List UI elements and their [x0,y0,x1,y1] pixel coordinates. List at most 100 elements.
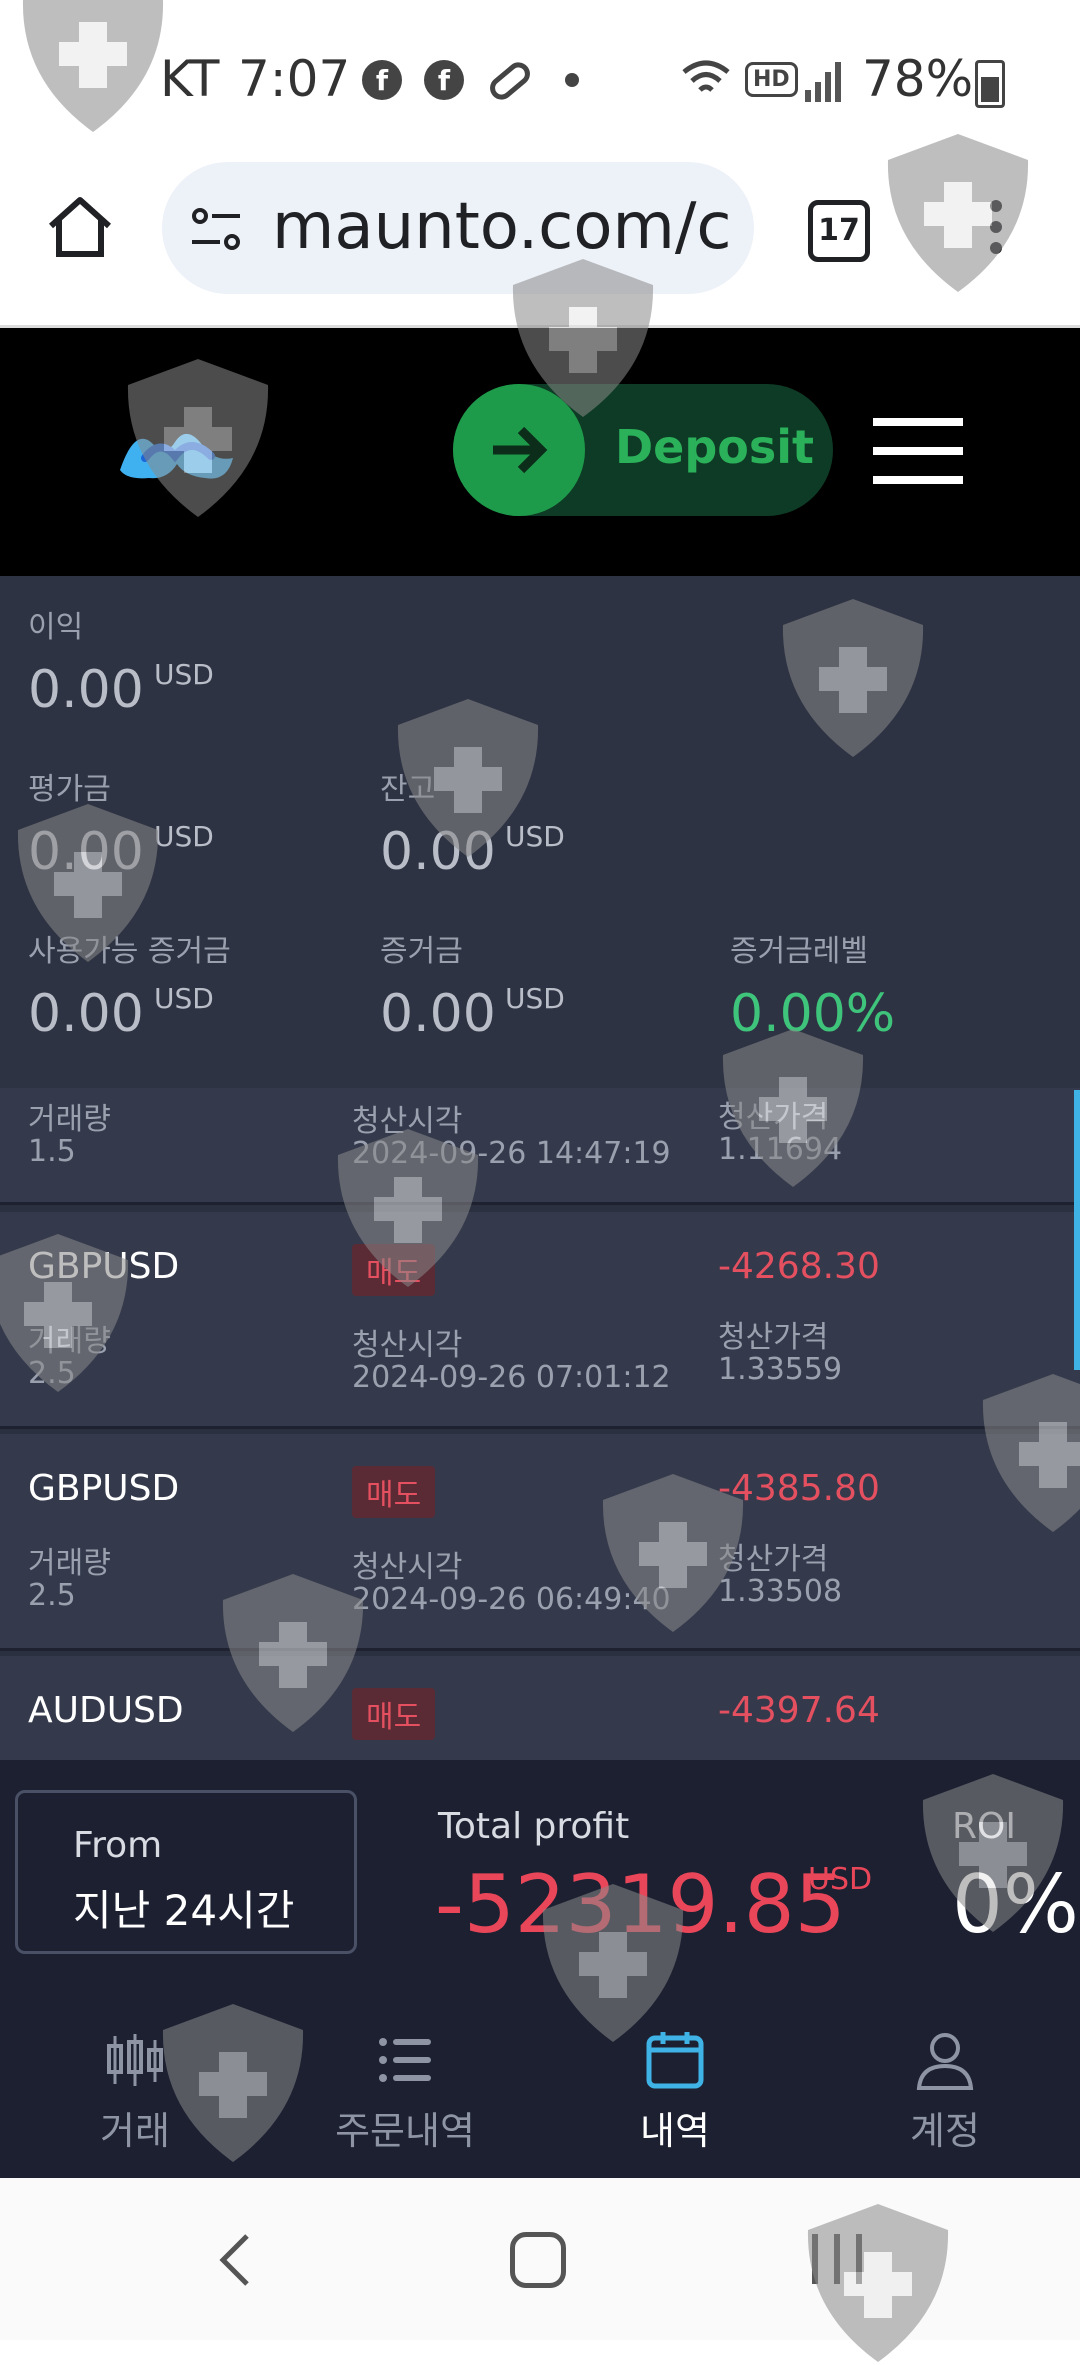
battery-icon [975,60,1005,108]
candlestick-icon [107,2034,163,2086]
facebook-icon: f [424,60,464,100]
nav-trade[interactable]: 거래 [0,1960,270,2178]
close-time-label: 청산시각 [352,1104,463,1139]
volume-value: 1.5 [28,1134,76,1169]
arrow-right-icon [453,384,585,516]
close-time-value: 2024-09-26 14:47:19 [352,1136,671,1171]
totals-bar: From 지난 24시간 Total profit -52319.85 USD … [0,1760,1080,1960]
total-profit-unit: USD [808,1862,873,1897]
hd-voice-icon: HD [745,62,798,97]
wifi-icon [682,60,730,92]
bottom-nav: 거래 주문내역 내역 계정 [0,1960,1080,2178]
trade-row[interactable]: GBPUSD 매도 -4268.30 거래량 2.5 청산시각 2024-09-… [0,1212,1080,1429]
nav-label: 주문내역 [335,2109,475,2153]
trade-profit: -4397.64 [718,1690,880,1731]
volume-label: 거래량 [28,1546,111,1581]
deposit-button[interactable]: Deposit [453,384,833,516]
symbol: GBPUSD [28,1246,180,1287]
period-label: From [73,1825,163,1866]
symbol: GBPUSD [28,1468,180,1509]
nav-history[interactable]: 내역 [540,1960,810,2178]
margin-level-value: 0.00% [730,984,896,1044]
volume-label: 거래량 [28,1102,111,1137]
close-price-value: 1.33508 [718,1574,843,1609]
carrier-label: KT [160,50,220,108]
browser-toolbar: maunto.com/c 17 [0,150,1080,328]
nav-account[interactable]: 계정 [810,1960,1080,2178]
more-options-icon[interactable] [990,200,1004,260]
close-time-label: 청산시각 [352,1550,463,1585]
site-settings-icon[interactable] [190,204,242,254]
close-time-value: 2024-09-26 07:01:12 [352,1360,671,1395]
balance-unit: USD [505,820,565,853]
recent-apps-icon[interactable] [812,2234,866,2284]
trade-row[interactable]: GBPUSD 매도 -4385.80 거래량 2.5 청산시각 2024-09-… [0,1434,1080,1651]
side-badge: 매도 [352,1688,436,1740]
profit-label: 이익 [28,610,84,645]
signal-icon [805,62,841,102]
deposit-label: Deposit [615,420,815,474]
free-margin-value: 0.00 [28,984,144,1044]
close-time-value: 2024-09-26 06:49:40 [352,1582,671,1617]
volume-value: 2.5 [28,1356,76,1391]
nav-label: 내역 [640,2109,710,2153]
system-nav-bar [0,2178,1080,2340]
free-margin-unit: USD [154,982,214,1015]
person-icon [916,2033,974,2090]
trade-profit: -4268.30 [718,1246,880,1287]
app-header: Deposit [0,328,1080,576]
close-price-label: 청산가격 [718,1542,829,1577]
margin-label: 증거금 [380,934,463,969]
home-icon[interactable] [45,192,115,262]
calendar-icon [646,2032,704,2089]
equity-unit: USD [154,820,214,853]
margin-value: 0.00 [380,984,496,1044]
free-margin-label: 사용가능 증거금 [28,934,231,969]
facebook-icon: f [362,60,402,100]
trade-row[interactable]: AUDUSD 매도 -4397.64 [0,1656,1080,1760]
trade-history-list[interactable]: 거래량 1.5 청산시각 2024-09-26 14:47:19 청산가격 1.… [0,1088,1080,1760]
volume-value: 2.5 [28,1578,76,1613]
profit-value: 0.00 [28,660,144,720]
url-text[interactable]: maunto.com/c [272,190,742,264]
nav-label: 거래 [100,2109,170,2153]
period-value: 지난 24시간 [73,1886,295,1935]
account-summary: 이익 0.00 USD 평가금 0.00 USD 잔고 0.00 USD 사용가… [0,576,1080,1088]
more-notifications-icon [565,73,579,87]
battery-percent: 78% [862,50,974,108]
tab-switcher-button[interactable]: 17 [808,200,870,262]
trade-row[interactable]: 거래량 1.5 청산시각 2024-09-26 14:47:19 청산가격 1.… [0,1088,1080,1205]
hamburger-menu-icon[interactable] [873,418,963,484]
close-price-label: 청산가격 [718,1320,829,1355]
roi-value: 0% [952,1858,1079,1951]
close-time-label: 청산시각 [352,1328,463,1363]
balance-value: 0.00 [380,822,496,882]
scrollbar-thumb[interactable] [1074,1090,1080,1370]
close-price-value: 1.33559 [718,1352,843,1387]
nav-orders[interactable]: 주문내역 [270,1960,540,2178]
margin-level-label: 증거금레벨 [730,934,868,969]
side-badge: 매도 [352,1244,436,1296]
logo-icon[interactable] [115,418,240,488]
close-price-label: 청산가격 [718,1100,829,1135]
home-button-icon[interactable] [510,2232,566,2288]
nav-label: 계정 [910,2109,980,2153]
list-icon [379,2038,431,2082]
period-selector[interactable]: From 지난 24시간 [15,1790,357,1954]
close-price-value: 1.11694 [718,1132,843,1167]
profit-unit: USD [154,658,214,691]
total-profit-value: -52319.85 [435,1858,846,1951]
roi-label: ROI [952,1806,1016,1847]
balance-label: 잔고 [380,772,436,807]
equity-label: 평가금 [28,772,111,807]
equity-value: 0.00 [28,822,144,882]
volume-label: 거래량 [28,1324,111,1359]
address-bar[interactable]: maunto.com/c [162,162,754,294]
status-bar: KT 7:07 f f HD 78% [0,0,1080,150]
symbol: AUDUSD [28,1690,184,1731]
side-badge: 매도 [352,1466,436,1518]
back-icon[interactable] [215,2230,255,2290]
margin-unit: USD [505,982,565,1015]
pill-icon [490,62,530,100]
clock: 7:07 [238,50,351,108]
